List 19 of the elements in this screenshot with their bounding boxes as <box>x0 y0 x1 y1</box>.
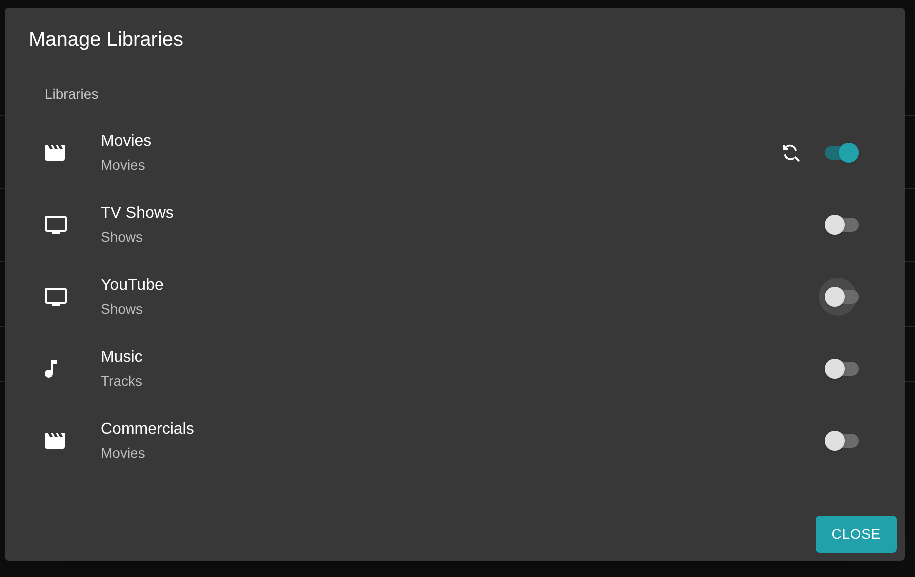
music-note-icon <box>45 359 57 379</box>
library-type: Shows <box>101 228 144 246</box>
close-button[interactable]: CLOSE <box>816 516 897 553</box>
library-name: Commercials <box>101 420 196 440</box>
refresh-search-icon[interactable] <box>781 143 801 163</box>
library-name: Movies <box>101 132 153 152</box>
monitor-icon <box>45 288 67 306</box>
library-name: YouTube <box>101 276 165 296</box>
section-label: Libraries <box>45 85 99 104</box>
library-name: Music <box>101 348 144 368</box>
monitor-icon <box>45 216 67 234</box>
library-type: Movies <box>101 444 146 462</box>
library-type: Movies <box>101 156 146 174</box>
library-type: Tracks <box>101 372 144 390</box>
clapperboard-icon <box>45 433 65 449</box>
library-type: Shows <box>101 300 144 318</box>
clapperboard-icon <box>45 145 65 161</box>
library-name: TV Shows <box>101 204 175 224</box>
dialog-title: Manage Libraries <box>29 28 184 52</box>
